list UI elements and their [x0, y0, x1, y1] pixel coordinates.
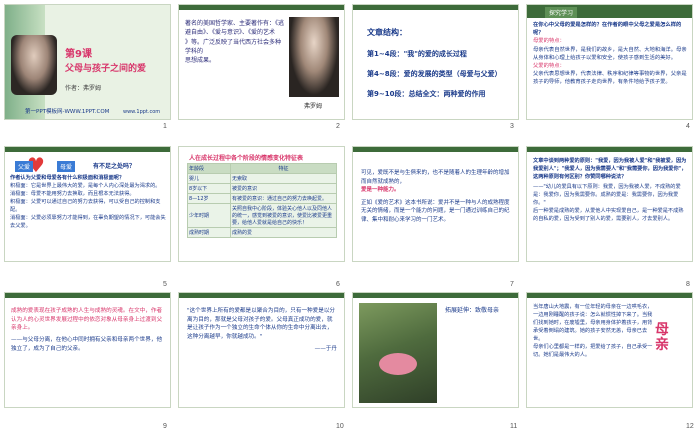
slide-8-line: 后一种爱是成熟的爱，从爱他人中实现爱自己，是一种爱是不成熟的自私的爱，因为受到了…	[533, 208, 684, 223]
slide-thumb-12[interactable]: 当年唐山大地震，有一位年轻的母亲在一边哄毛衣，一边用刚睡醒的孩子说：怎么就惯性掉…	[526, 292, 693, 408]
slide-6-title: 人在成长过程中各个阶段的情感变化特征表	[189, 155, 304, 162]
slide-4-line: 父爱的特点：	[533, 63, 565, 70]
slide-4-header: 探究学习	[545, 7, 578, 18]
slide-number-6: 6	[336, 281, 340, 288]
slide-12-top-strip	[527, 293, 692, 298]
slide-number-3: 3	[510, 123, 514, 130]
stage-table-cell: 成熟的爱	[230, 227, 337, 238]
slide-number-1: 1	[163, 123, 167, 130]
slide-thumb-3[interactable]: 文章结构： 第1~4段："我"的爱的成长过程 第4~8段：爱的发展的类型（母爱与…	[352, 4, 519, 120]
slide-11-caption: 拓展延伸：致敬母亲	[445, 307, 500, 314]
stage-table-cell: 8—12岁	[187, 193, 231, 204]
slide-5-line: 积极面：父爱可以通过自己的努力去获得，可以受自己的控制和支配。	[10, 199, 161, 214]
slide-thumb-1[interactable]: 第9课 父母与孩子之间的爱 作者：弗罗姆 第一PPT模板网-WWW.1PPT.C…	[4, 4, 171, 120]
slide-1-subtitle: 父母与孩子之间的爱	[65, 64, 147, 74]
slide-1-link[interactable]: 第一PPT模板网-WWW.1PPT.COM	[25, 107, 109, 115]
slide-number-5: 5	[163, 281, 167, 288]
stage-table-header: 特征	[230, 163, 337, 174]
slide-8-line: 文章中谈到两种爱的原则："我爱，因为我被人爱"和"我被爱，因为我爱别人"；"我爱…	[533, 158, 687, 181]
slide-thumb-5[interactable]: ♥ 父爱 母爱 有不足之处吗？ 作者认为父爱和母爱各有什么积极面和消极面呢？ 积…	[4, 146, 171, 262]
slide-5-line: 消极面：父爱必须靠努力才能得到，在辜负期望的情况下，可能会失去父爱。	[10, 215, 166, 230]
slide-7-emphasis: 爱是一种能力。	[361, 187, 400, 194]
slide-5-line: 作者认为父爱和母爱各有什么积极面和消极面呢？	[10, 175, 125, 181]
portrait-image	[11, 35, 57, 95]
stage-table-cell: 关照自我中心阶段，体验关心他人以及同他人的统一，感觉到被爱的意识，使爱比被爱更重…	[230, 203, 337, 228]
slide-5-question: 有不足之处吗？	[93, 163, 136, 170]
slide-8-line: ——"幼儿的爱具有以下原则：我爱，因为我被人爱，不成熟的爱是：我爱你，因为我需要…	[533, 184, 681, 207]
slide-2-top-strip	[179, 5, 344, 10]
slide-3-top-strip	[353, 5, 518, 10]
slide-thumb-10[interactable]: "这个世界上所有的爱都是以聚合为目的，只有一种爱是以分离为目的，那就是父母对孩子…	[178, 292, 345, 408]
slide-thumb-8[interactable]: 文章中谈到两种爱的原则："我爱，因为我被人爱"和"我被爱，因为我爱别人"；"我爱…	[526, 146, 693, 262]
stage-table-cell: 被爱的意识	[230, 183, 337, 194]
slide-number-4: 4	[686, 123, 690, 130]
slide-4-line: 在你心中父母的爱是怎样的？在作者的眼中父母之爱是怎么样的呢？	[533, 22, 682, 37]
slide-number-7: 7	[510, 281, 514, 288]
slide-10-top-strip	[179, 293, 344, 298]
slide-3-item: 第4~8段：爱的发展的类型（母爱与父爱）	[367, 70, 502, 78]
slide-thumb-2[interactable]: 著名的美国哲学家、主要著作有：《逃 避自由》、《爱与意识》、《爱的艺术 》等。广…	[178, 4, 345, 120]
slide-8-top-strip	[527, 147, 692, 152]
slide-4-line: 母爱的特点：	[533, 38, 565, 45]
slide-number-11: 11	[510, 423, 518, 430]
slide-2-line: 著名的美国哲学家、主要著作有：《逃	[185, 20, 285, 27]
slide-5-badge: 父爱	[15, 161, 34, 172]
slide-1-url[interactable]: www.1ppt.com	[123, 109, 160, 115]
stage-table-cell: 8岁以下	[187, 183, 231, 194]
slide-9-line: 成熟的爱表现在孩子成熟的人生与成熟的灵魂。在文中，作者认为人的心灵世界发展过程中…	[11, 308, 163, 332]
slide-4-line: 父亲代表思想世界，代表法律、秩序和纪律等事物的世界，父亲是孩子的导师，他教育孩子…	[533, 71, 687, 86]
stage-table-cell: 有被爱的意识：通过自己的努力去唤起爱。	[230, 193, 337, 204]
slide-number-8: 8	[686, 281, 690, 288]
slide-5-top-strip	[5, 147, 170, 152]
slide-10-attribution: ——于丹	[314, 345, 337, 352]
slide-12-decor-text: 母亲	[655, 322, 669, 354]
slide-11-top-strip	[353, 293, 518, 298]
slide-number-9: 9	[163, 423, 167, 430]
slide-9-line: ——与父母分离，在他心中同时拥有父亲和母亲两个世界，他独立了，成为了自己的父亲。	[11, 336, 163, 352]
soldier-photo	[359, 303, 437, 403]
stage-table-header: 年龄段	[187, 163, 231, 174]
slide-12-line: 当年唐山大地震，有一位年轻的母亲在一边哄毛衣，一边用刚睡醒的孩子说：怎么就惯性掉…	[533, 304, 653, 343]
stage-table-cell: 婴儿	[187, 173, 231, 184]
slide-number-10: 10	[336, 423, 344, 430]
slide-5-line: 消极面：母爱不能用努力去换取，而且根本无法获得。	[10, 191, 135, 198]
slide-10-quote: "这个世界上所有的爱都是以聚合为目的，只有一种爱是以分离为目的，那就是父母对孩子…	[187, 308, 336, 340]
slide-3-item: 第9~10段：总结全文：两种爱的作用	[367, 90, 486, 98]
slide-thumb-7[interactable]: 可见，爱既不是与生俱来的，也不是随着人的生理年龄的增加而自然就成熟的， 爱是一种…	[352, 146, 519, 262]
stage-table-cell: 无索取	[230, 173, 337, 184]
slide-7-line: 正如《爱的艺术》这本书所说：爱并不是一种与人的成熟程度无关的情绪，而是一个能力的…	[361, 199, 510, 223]
stage-table: 年龄段 特征 婴儿 无索取 8岁以下 被爱的意识 8—12岁 有被爱的意识：通过…	[187, 163, 337, 238]
slide-2-line: 》等。广泛反映了当代西方社会多种学科的	[185, 38, 282, 55]
slide-3-heading: 文章结构：	[367, 28, 407, 37]
slide-4-line: 母亲代表自然世界，是我们的故乡，是大自然、大地和海洋。母亲从身体和心理上给孩子以…	[533, 46, 687, 61]
slide-5-line: 积极面：它是世界上最伟大的爱，是每个人内心深处最为渴求的。	[10, 183, 161, 190]
baby-blanket-shape	[379, 353, 417, 375]
slide-number-12: 12	[686, 423, 694, 430]
slide-thumb-11[interactable]: 拓展延伸：致敬母亲	[352, 292, 519, 408]
slide-3-item: 第1~4段："我"的爱的成长过程	[367, 50, 467, 58]
slide-thumb-4[interactable]: 探究学习 在你心中父母的爱是怎样的？在作者的眼中父母之爱是怎么样的呢？ 母爱的特…	[526, 4, 693, 120]
slide-2-line: 避自由》、《爱与意识》、《爱的艺术	[185, 29, 276, 37]
slide-number-2: 2	[336, 123, 340, 130]
slide-thumb-9[interactable]: 成熟的爱表现在孩子成熟的人生与成熟的灵魂。在文中，作者认为人的心灵世界发展过程中…	[4, 292, 171, 408]
slide-2-line: 思想成果。	[185, 57, 216, 65]
slide-2-caption: 弗罗姆	[304, 103, 323, 110]
stage-table-cell: 成熟时期	[187, 227, 231, 238]
slide-9-top-strip	[5, 293, 170, 298]
slide-7-top-strip	[353, 147, 518, 152]
slide-1-title: 第9课	[65, 49, 92, 60]
slide-7-line: 可见，爱既不是与生俱来的，也不是随着人的生理年龄的增加而自然就成熟的，	[361, 170, 510, 185]
portrait-image	[289, 17, 339, 97]
slide-1-author: 作者：弗罗姆	[65, 85, 102, 92]
slide-12-line: 母亲们心里都是一样的，把爱给了孩子，自己承受一切。她们是最伟大的人。	[533, 344, 653, 359]
slide-thumb-6[interactable]: 人在成长过程中各个阶段的情感变化特征表 年龄段 特征 婴儿 无索取 8岁以下 被…	[178, 146, 345, 262]
stage-table-cell: 少年时期	[187, 203, 231, 228]
slide-5-badge: 母爱	[57, 161, 76, 172]
